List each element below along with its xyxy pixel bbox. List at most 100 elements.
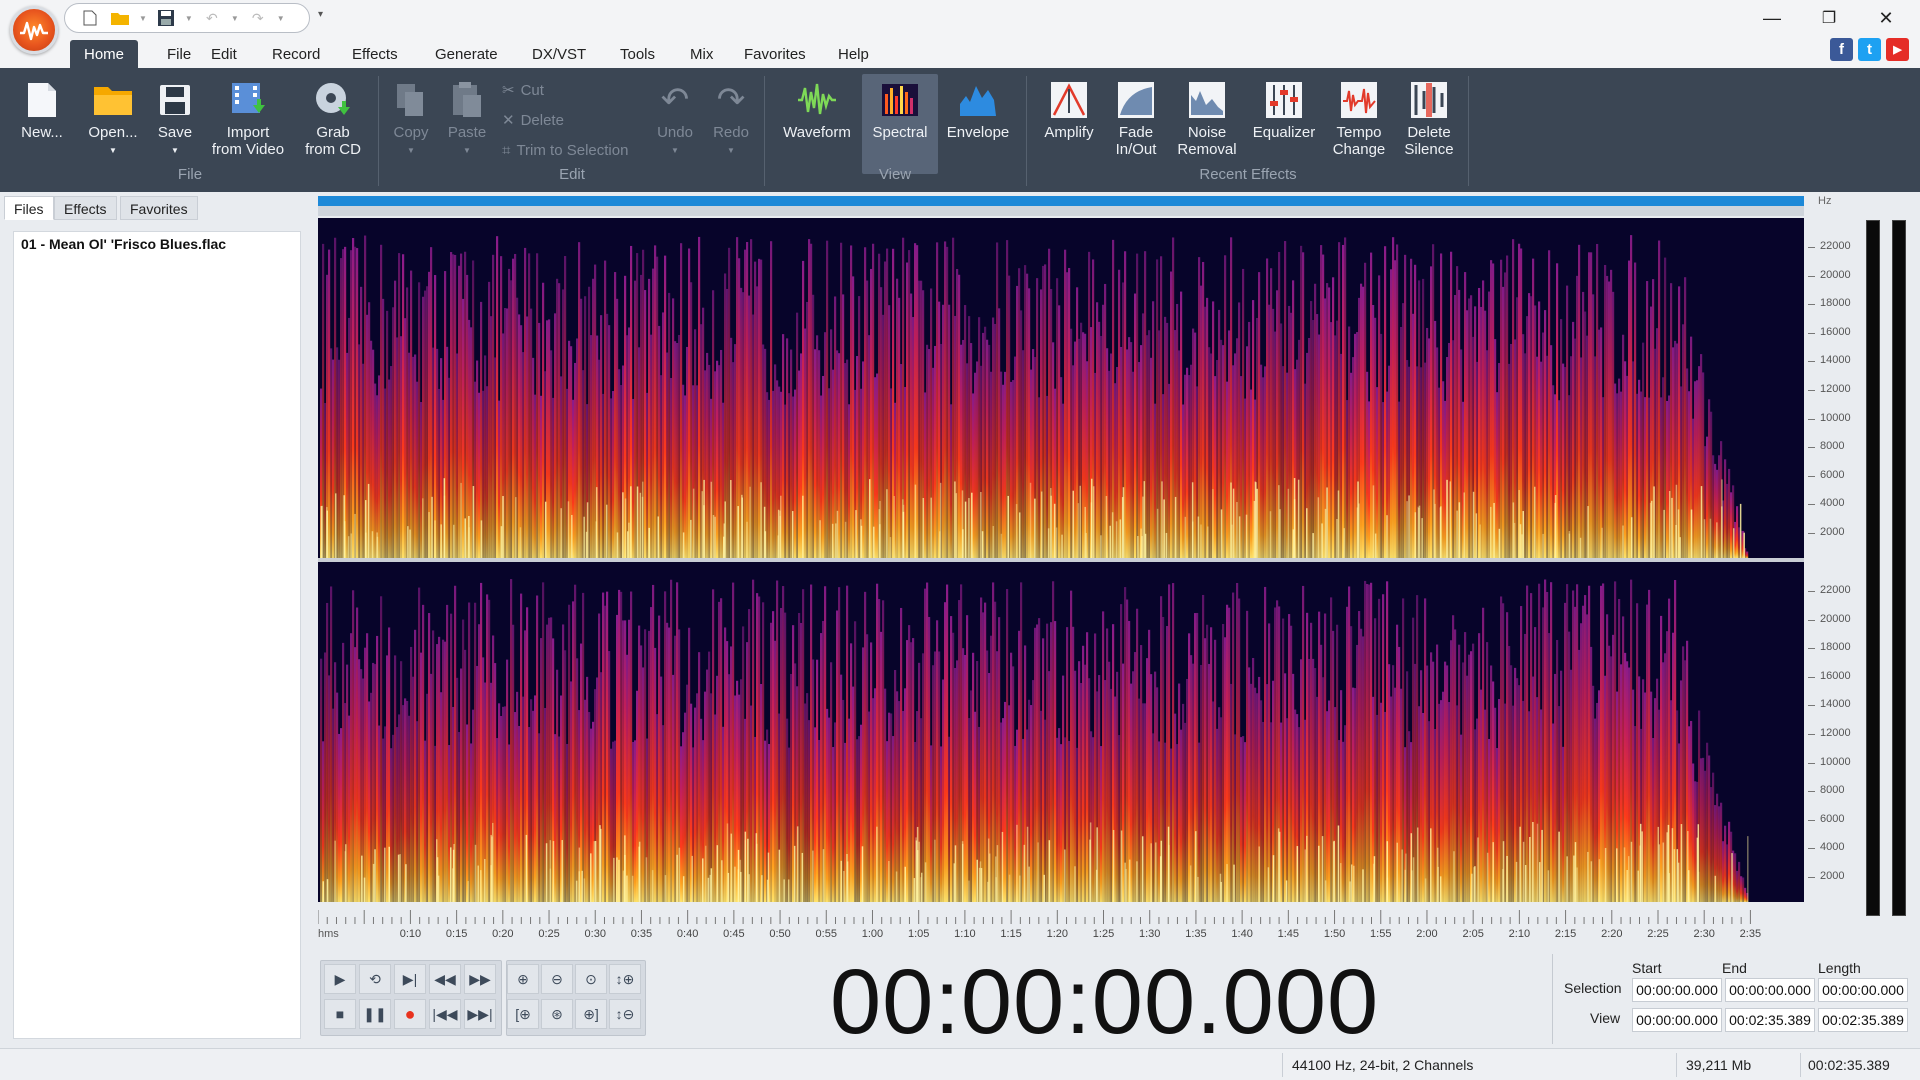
stop-button[interactable]: ■	[324, 999, 356, 1029]
facebook-icon[interactable]: f	[1830, 38, 1853, 61]
time-ruler[interactable]: 0:10 0:15 0:20 0:25 0:30 0:35 0:40 0:45 0:50 0:55…	[318, 904, 1804, 944]
tab-mix[interactable]: Mix	[676, 40, 727, 68]
view-start-field[interactable]: 00:00:00.000	[1632, 1008, 1722, 1032]
tab-help[interactable]: Help	[824, 40, 883, 68]
noise-removal-button[interactable]: Noise Removal	[1172, 74, 1242, 174]
overview-bar[interactable]	[318, 196, 1804, 206]
selection-length-field[interactable]: 00:00:00.000	[1818, 978, 1908, 1002]
zoom-out-button[interactable]: ⊖	[541, 964, 573, 994]
youtube-icon[interactable]: ▶	[1886, 38, 1909, 61]
tempo-change-button[interactable]: Tempo Change	[1326, 74, 1392, 174]
zoom-to-start-button[interactable]: [⊕	[507, 999, 539, 1029]
spectrum-peak	[1663, 509, 1665, 558]
tab-record[interactable]: Record	[258, 40, 334, 68]
tab-favorites[interactable]: Favorites	[730, 40, 820, 68]
equalizer-button[interactable]: Equalizer	[1248, 74, 1320, 174]
grab-from-cd-button[interactable]: Grab from CD	[298, 74, 368, 174]
panel-tab-favorites[interactable]: Favorites	[120, 196, 198, 220]
open-button[interactable]: Open... ▼	[82, 74, 144, 174]
zoom-to-selection-button[interactable]: ⊛	[541, 999, 573, 1029]
record-button[interactable]: ●	[394, 999, 426, 1029]
fast-forward-button[interactable]: ▶▶	[464, 964, 496, 994]
spectrum-column	[1572, 321, 1575, 558]
trim-to-selection-button[interactable]: ⌗ Trim to Selection	[502, 138, 628, 162]
spectrum-peak	[1673, 849, 1676, 902]
fade-in-out-button[interactable]: Fade In/Out	[1106, 74, 1166, 174]
copy-button[interactable]: Copy ▼	[386, 74, 436, 174]
spectrum-column	[756, 286, 759, 558]
minimize-button[interactable]: —	[1752, 4, 1792, 32]
new-file-icon[interactable]	[79, 8, 101, 28]
tab-tools[interactable]: Tools	[606, 40, 669, 68]
panel-tab-files[interactable]: Files	[4, 196, 54, 220]
spectrum-column	[574, 584, 577, 902]
chevron-down-icon[interactable]: ▼	[139, 14, 147, 23]
waveform-button[interactable]: Waveform	[776, 74, 858, 174]
cut-button[interactable]: ✂ Cut	[502, 78, 544, 102]
spectrogram-channel-right[interactable]	[318, 562, 1804, 902]
chevron-down-icon[interactable]: ▼	[185, 14, 193, 23]
close-button[interactable]: ✕	[1866, 4, 1906, 32]
go-to-end-button[interactable]: ▶▶|	[464, 999, 496, 1029]
delete-silence-button[interactable]: Delete Silence	[1398, 74, 1460, 174]
envelope-button[interactable]: Envelope	[942, 74, 1014, 174]
undo-button[interactable]: ↶ Undo ▼	[650, 74, 700, 174]
play-to-end-button[interactable]: ▶|	[394, 964, 426, 994]
tab-generate[interactable]: Generate	[421, 40, 512, 68]
undo-icon[interactable]: ↶	[201, 8, 223, 28]
spectrum-column	[656, 256, 659, 558]
spectrum-column	[1508, 363, 1511, 558]
zoom-full-button[interactable]: ⊙	[575, 964, 607, 994]
redo-button[interactable]: ↷ Redo ▼	[706, 74, 756, 174]
loop-button[interactable]: ⟲	[359, 964, 391, 994]
view-length-field[interactable]: 00:02:35.389	[1818, 1008, 1908, 1032]
restore-button[interactable]: ❐	[1809, 4, 1849, 32]
paste-button[interactable]: Paste ▼	[442, 74, 492, 174]
tab-dxvst[interactable]: DX/VST	[518, 40, 600, 68]
zoom-to-end-button[interactable]: ⊕]	[575, 999, 607, 1029]
save-icon[interactable]	[155, 8, 177, 28]
panel-tab-effects[interactable]: Effects	[54, 196, 117, 220]
amplify-button[interactable]: Amplify	[1038, 74, 1100, 174]
tab-effects[interactable]: Effects	[338, 40, 412, 68]
zoom-in-button[interactable]: ⊕	[507, 964, 539, 994]
spectrum-column	[1604, 264, 1607, 558]
play-button[interactable]: ▶	[324, 964, 356, 994]
customize-toolbar-icon[interactable]: ▾	[318, 9, 323, 20]
tab-edit[interactable]: Edit	[197, 40, 251, 68]
spectrum-column	[1650, 691, 1653, 902]
list-item[interactable]: 01 - Mean Ol' 'Frisco Blues.flac	[21, 236, 226, 252]
spectrum-peak	[560, 508, 562, 558]
twitter-icon[interactable]: t	[1858, 38, 1881, 61]
selection-start-field[interactable]: 00:00:00.000	[1632, 978, 1722, 1002]
open-folder-icon[interactable]	[109, 8, 131, 28]
spectrum-peak	[1142, 496, 1144, 558]
spectral-button[interactable]: Spectral	[862, 74, 938, 174]
spectrum-column	[420, 402, 423, 558]
spectrum-column	[418, 587, 421, 902]
spectrum-column	[1216, 728, 1219, 902]
spectrum-column	[620, 591, 623, 902]
spectrum-peak	[1700, 486, 1703, 558]
chevron-down-icon[interactable]: ▼	[277, 14, 285, 23]
spectrum-column	[528, 727, 531, 902]
tab-home[interactable]: Home	[70, 40, 139, 68]
zoom-vertical-button[interactable]: ↕⊕	[609, 964, 641, 994]
spectrogram-channel-left[interactable]	[318, 218, 1804, 558]
spectrum-column	[824, 332, 827, 558]
selection-end-field[interactable]: 00:00:00.000	[1725, 978, 1815, 1002]
app-logo[interactable]	[10, 6, 58, 54]
import-from-video-button[interactable]: Import from Video	[206, 74, 290, 174]
rewind-button[interactable]: ◀◀	[429, 964, 461, 994]
view-end-field[interactable]: 00:02:35.389	[1725, 1008, 1815, 1032]
delete-button[interactable]: ✕ Delete	[502, 108, 564, 132]
redo-icon[interactable]: ↷	[247, 8, 269, 28]
spectrum-column	[786, 718, 789, 902]
pause-button[interactable]: ❚❚	[359, 999, 391, 1029]
save-button[interactable]: Save ▼	[152, 74, 198, 174]
go-to-start-button[interactable]: |◀◀	[429, 999, 461, 1029]
spectrum-peak	[1220, 509, 1223, 558]
chevron-down-icon[interactable]: ▼	[231, 14, 239, 23]
zoom-vertical-out-button[interactable]: ↕⊖	[609, 999, 641, 1029]
new-button[interactable]: New...	[14, 74, 70, 174]
